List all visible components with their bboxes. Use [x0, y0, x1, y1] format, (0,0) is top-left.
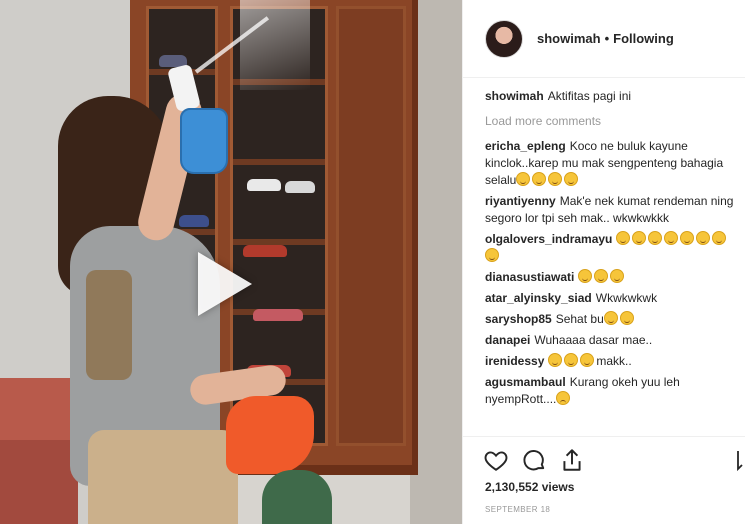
laugh-emoji-icon	[648, 231, 663, 245]
video-person-shorts	[88, 430, 238, 524]
comment-username[interactable]: saryshop85	[485, 312, 552, 326]
laugh-emoji-icon	[616, 231, 631, 245]
comment-text: makk..	[596, 354, 632, 368]
grin-emoji-icon	[619, 311, 634, 325]
comment-item: danapei Wuhaaaa dasar mae..	[485, 332, 741, 349]
comment-item: dianasustiawati	[485, 269, 741, 286]
grin-emoji-icon	[594, 269, 609, 283]
comment-username[interactable]: irenidessy	[485, 354, 544, 368]
post-header: showimah • Following	[463, 0, 745, 78]
laugh-emoji-icon	[664, 231, 679, 245]
caption: showimah Aktifitas pagi ini	[485, 88, 741, 105]
video-shirt-print	[86, 270, 132, 380]
comment-item: irenidessy makk..	[485, 353, 741, 370]
comment-username[interactable]: atar_alyinsky_siad	[485, 291, 592, 305]
bookmark-icon[interactable]	[737, 447, 745, 473]
laugh-emoji-icon	[632, 231, 647, 245]
video-floor-lower	[0, 440, 78, 524]
video-orange-cloth	[226, 396, 314, 474]
following-button[interactable]: Following	[613, 31, 674, 46]
comment-username[interactable]: olgalovers_indramayu	[485, 232, 612, 246]
video-spray-bottle	[180, 108, 228, 174]
post-date[interactable]: September 18	[485, 505, 550, 514]
laugh-emoji-icon	[564, 172, 579, 186]
comment-item: riyantiyenny Mak'e nek kumat rendeman nin…	[485, 193, 741, 227]
load-more-comments-button[interactable]: Load more comments	[485, 113, 741, 130]
comment-username[interactable]: agusmambaul	[485, 375, 566, 389]
comment-item: olgalovers_indramayu	[485, 231, 741, 265]
comment-item: ericha_epleng Koco ne buluk kayune kinclo…	[485, 138, 741, 189]
grin-emoji-icon	[578, 269, 593, 283]
comment-item: atar_alyinsky_siad Wkwkwkwk	[485, 290, 741, 307]
laugh-emoji-icon	[712, 231, 727, 245]
comment-text: Wuhaaaa dasar mae..	[534, 333, 653, 347]
laugh-emoji-icon	[485, 248, 499, 262]
comment-username[interactable]: riyantiyenny	[485, 194, 556, 208]
laugh-emoji-icon	[548, 172, 563, 186]
comment-item: agusmambaul Kurang okeh yuu leh nyempRott…	[485, 374, 741, 408]
header-username[interactable]: showimah	[537, 31, 601, 46]
avatar[interactable]	[485, 19, 523, 58]
header-separator: •	[604, 31, 610, 46]
grin-emoji-icon	[610, 269, 625, 283]
video-statue	[262, 470, 332, 524]
laugh-emoji-icon	[696, 231, 711, 245]
comment-text: Wkwkwkwk	[595, 291, 658, 305]
comment-text: Sehat bu	[555, 312, 604, 326]
laugh-emoji-icon	[532, 172, 547, 186]
post-actions: 2,130,552 views September 18	[463, 436, 745, 524]
comment-username[interactable]: dianasustiawati	[485, 270, 574, 284]
grin-emoji-icon	[580, 353, 595, 367]
post-sidebar: showimah • Following showimah Aktifitas p…	[462, 0, 745, 524]
sad-emoji-icon	[556, 391, 571, 405]
heart-icon[interactable]	[483, 447, 509, 473]
comment-icon[interactable]	[521, 447, 547, 473]
comments-list: showimah Aktifitas pagi ini Load more com…	[485, 88, 741, 436]
caption-text: Aktifitas pagi ini	[547, 89, 632, 103]
grin-emoji-icon	[603, 311, 618, 325]
grin-emoji-icon	[564, 353, 579, 367]
comment-username[interactable]: danapei	[485, 333, 530, 347]
grin-emoji-icon	[548, 353, 563, 367]
laugh-emoji-icon	[516, 172, 531, 186]
comment-item: saryshop85 Sehat bu	[485, 311, 741, 328]
video-glare	[240, 0, 310, 90]
view-count[interactable]: 2,130,552 views	[485, 480, 574, 494]
share-icon[interactable]	[559, 447, 585, 473]
comment-rows: ericha_epleng Koco ne buluk kayune kinclo…	[485, 138, 741, 408]
cabinet-side-panel	[336, 6, 406, 446]
caption-username[interactable]: showimah	[485, 89, 544, 103]
laugh-emoji-icon	[680, 231, 695, 245]
comment-username[interactable]: ericha_epleng	[485, 139, 566, 153]
post-video[interactable]	[0, 0, 462, 524]
play-icon[interactable]	[198, 252, 252, 316]
